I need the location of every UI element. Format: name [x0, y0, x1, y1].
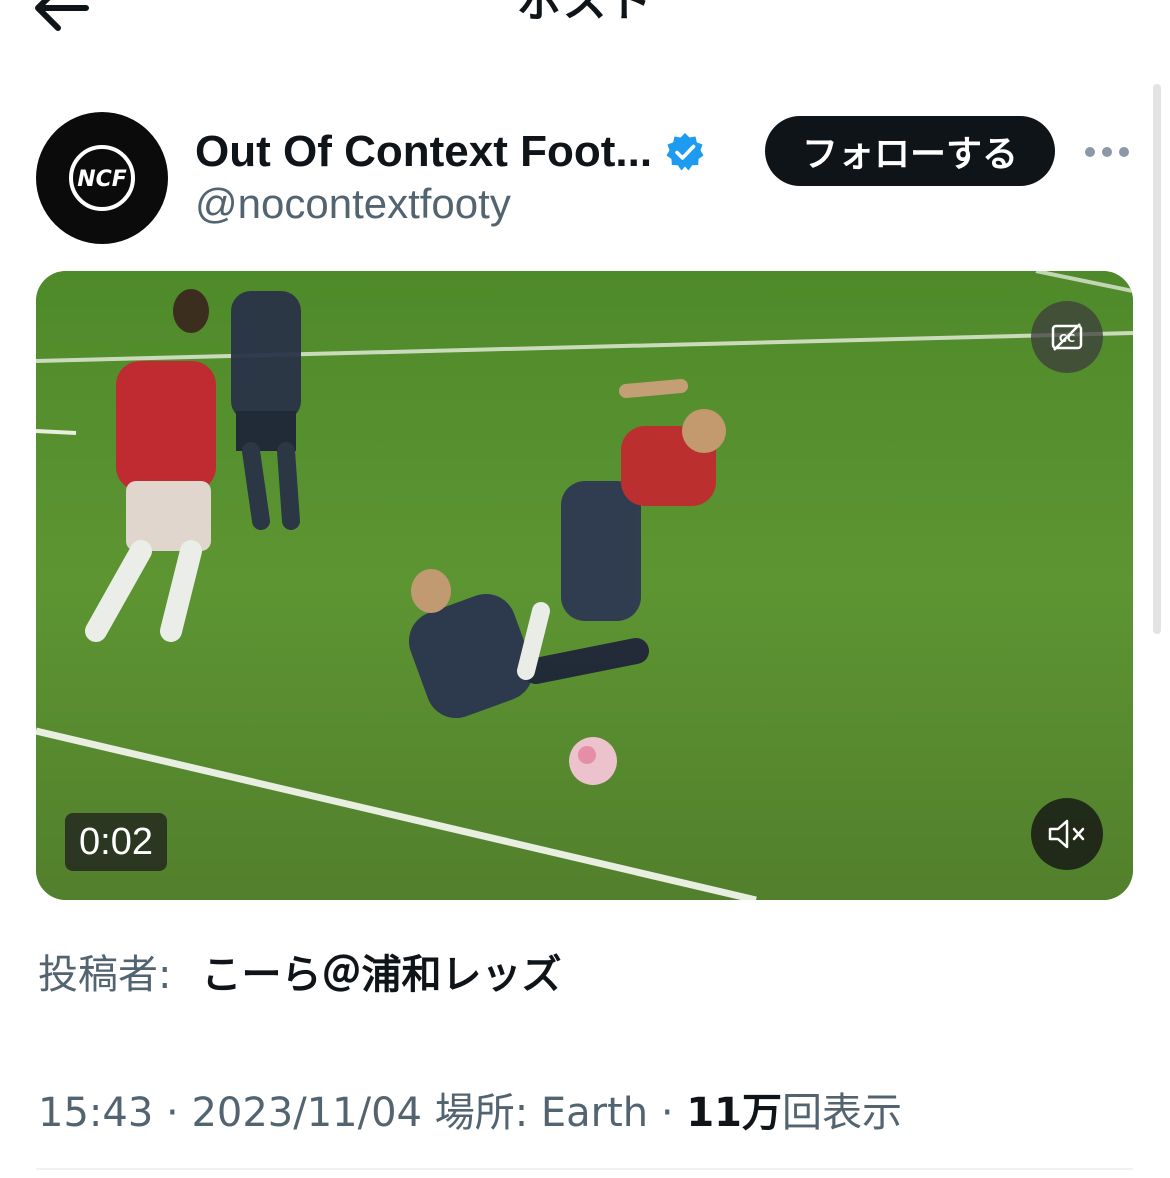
avatar[interactable]: NCF: [36, 112, 168, 244]
verified-badge-icon: [666, 133, 704, 171]
ncf-logo-icon: NCF: [69, 145, 135, 211]
scrollbar[interactable]: [1153, 84, 1161, 634]
location-label: 場所:: [421, 1090, 541, 1136]
views-count[interactable]: 11万: [686, 1090, 782, 1136]
location-value: Earth: [540, 1090, 649, 1136]
mute-button[interactable]: [1031, 798, 1103, 870]
divider: [36, 1168, 1133, 1170]
top-bar: ポスト: [0, 0, 1170, 60]
avatar-logo-text: NCF: [77, 167, 127, 192]
poster-credit: 投稿者: こーら＠浦和レッズ: [38, 942, 561, 1000]
page-title: ポスト: [517, 0, 653, 26]
follow-button[interactable]: フォローする: [765, 116, 1055, 186]
views-label: 回表示: [781, 1090, 902, 1136]
video-player[interactable]: CC 0:02: [36, 271, 1133, 900]
video-duration: 0:02: [65, 813, 167, 871]
author-name-row[interactable]: Out Of Context Foot...: [195, 124, 706, 180]
post-date[interactable]: 2023/11/04: [191, 1090, 422, 1136]
poster-name[interactable]: こーら＠浦和レッズ: [201, 942, 561, 1000]
author-display-name[interactable]: Out Of Context Foot...: [195, 127, 652, 177]
meta-separator: ·: [648, 1090, 687, 1136]
poster-label: 投稿者:: [38, 952, 172, 998]
mute-icon: [1048, 819, 1085, 849]
captions-button[interactable]: CC: [1031, 301, 1103, 373]
meta-separator: ·: [153, 1090, 192, 1136]
more-options-icon[interactable]: [1082, 140, 1132, 164]
post-time[interactable]: 15:43: [38, 1090, 153, 1136]
captions-off-icon: CC: [1051, 323, 1083, 351]
author-handle[interactable]: @nocontextfooty: [195, 180, 511, 228]
video-frame: [36, 271, 1133, 900]
post-meta: 15:43 · 2023/11/04 場所: Earth · 11万回表示: [38, 1080, 902, 1138]
